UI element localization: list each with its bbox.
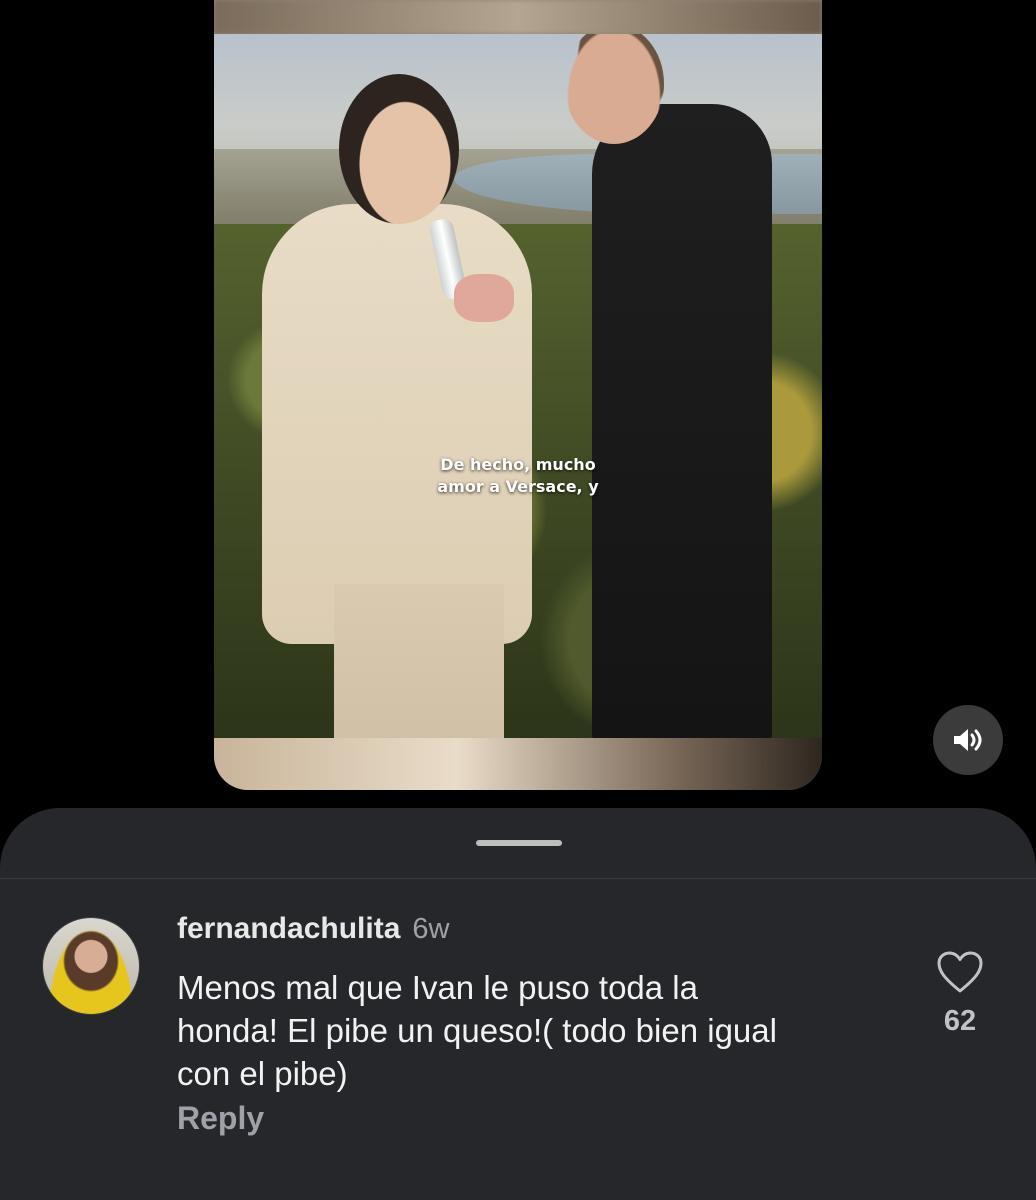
heart-outline-icon[interactable] — [936, 950, 984, 994]
video-frame[interactable]: De hecho, mucho amor a Versace, y — [214, 34, 822, 738]
person-left-head — [339, 74, 459, 224]
sound-toggle-button[interactable] — [933, 705, 1003, 775]
hand — [454, 274, 514, 322]
reply-button[interactable]: Reply — [177, 1100, 264, 1137]
sheet-drag-handle[interactable] — [476, 840, 562, 846]
video-player[interactable]: De hecho, mucho amor a Versace, y — [214, 0, 822, 790]
person-left-legs — [334, 584, 504, 738]
comment-text-line-2: honda! El pibe un queso!( todo bien igua… — [177, 1012, 777, 1049]
comment-text-line-3: con el pibe) — [177, 1055, 348, 1092]
speaker-volume-icon — [954, 729, 982, 751]
caption-line-2: amor a Versace, y — [437, 477, 599, 496]
comment-text-line-1: Menos mal que Ivan le puso toda la — [177, 969, 698, 1006]
video-blur-top — [214, 0, 822, 34]
like-count: 62 — [943, 1005, 977, 1037]
person-right — [592, 104, 772, 738]
comment-header: fernandachulita 6w — [177, 912, 449, 946]
video-blur-bottom — [214, 738, 822, 790]
comment-timestamp: 6w — [412, 913, 450, 945]
comment-text: Menos mal que Ivan le puso toda la honda… — [177, 966, 897, 1095]
avatar[interactable] — [42, 917, 140, 1015]
person-left — [262, 204, 532, 644]
caption-line-1: De hecho, mucho — [440, 455, 596, 474]
comments-sheet: fernandachulita 6w Menos mal que Ivan le… — [0, 808, 1036, 1200]
comment-username[interactable]: fernandachulita — [177, 912, 400, 946]
sheet-divider — [0, 878, 1036, 879]
video-caption: De hecho, mucho amor a Versace, y — [214, 454, 822, 498]
